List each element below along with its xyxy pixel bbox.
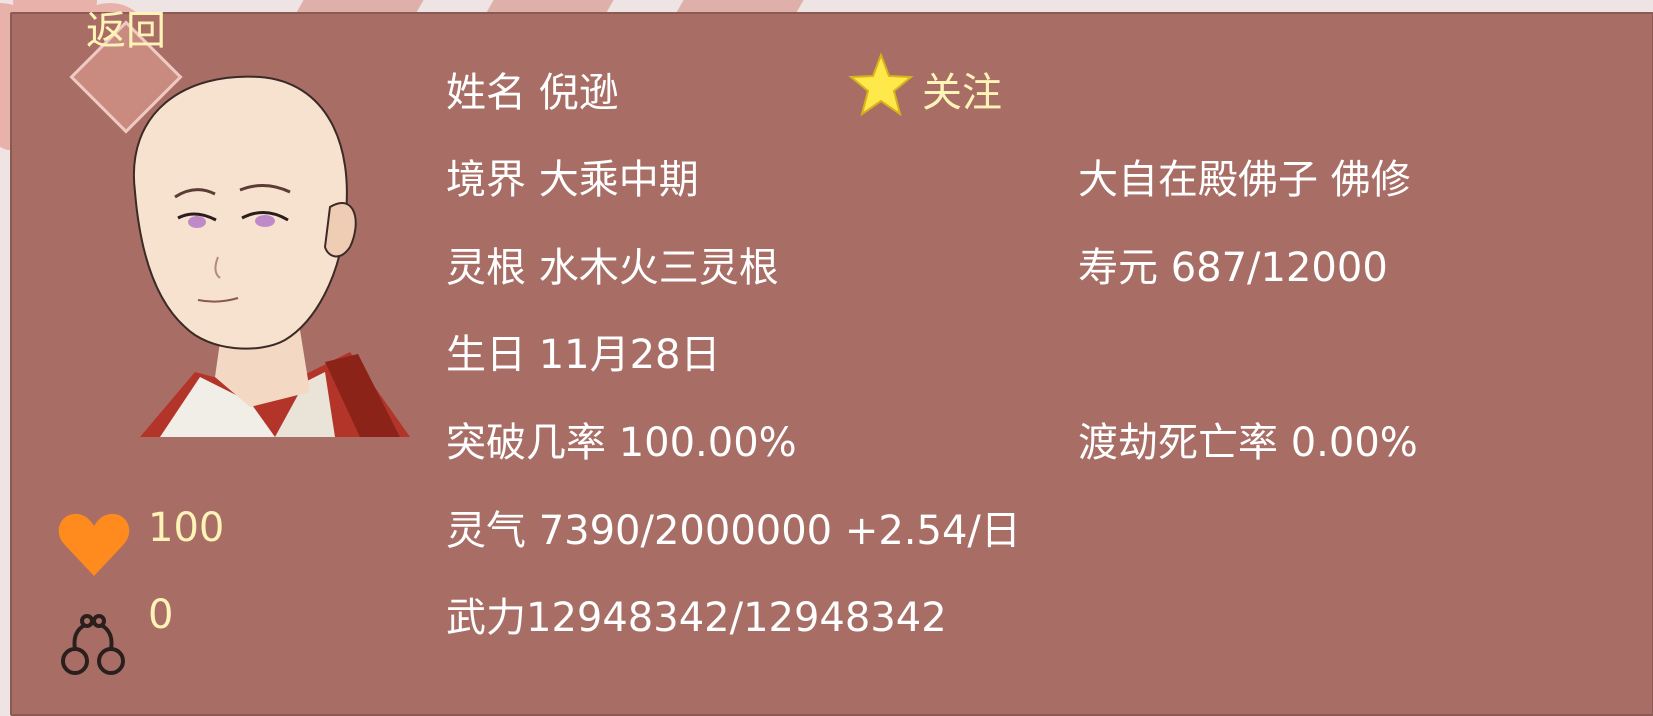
lifespan-text: 寿元 687/12000 [1078, 245, 1388, 291]
heart-icon [58, 513, 130, 576]
favor-value: 100 [148, 505, 225, 551]
power-text: 武力12948342/12948342 [446, 595, 947, 641]
spirit-root-text: 灵根 水木火三灵根 [446, 245, 779, 291]
star-icon[interactable] [848, 52, 914, 118]
follow-button[interactable]: 关注 [922, 60, 1002, 118]
handcuffs-icon [61, 614, 125, 675]
tribulation-death-rate-text: 渡劫死亡率 0.00% [1078, 420, 1418, 466]
character-portrait [132, 75, 410, 437]
shackles-value: 0 [148, 592, 174, 638]
sect-title-text: 大自在殿佛子 佛修 [1078, 157, 1411, 203]
birthday-text: 生日 11月28日 [446, 332, 721, 378]
realm-text: 境界 大乘中期 [446, 157, 699, 203]
qi-text: 灵气 7390/2000000 +2.54/日 [446, 508, 1021, 554]
name-text: 姓名 倪逊 [446, 70, 619, 116]
breakthrough-rate-text: 突破几率 100.00% [446, 420, 797, 466]
